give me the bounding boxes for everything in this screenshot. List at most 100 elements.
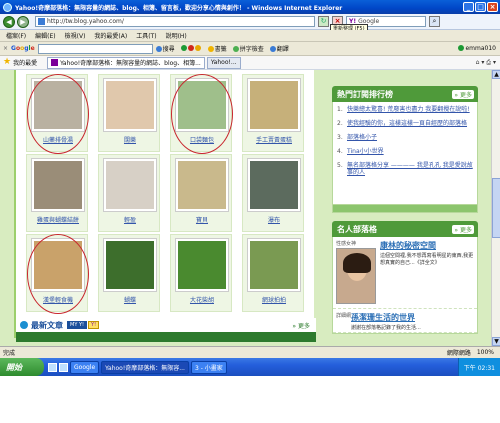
- scroll-up-icon[interactable]: ▲: [492, 70, 500, 79]
- celebrity-name[interactable]: 康林的秘密空間: [380, 240, 474, 251]
- quicklaunch-ie-icon[interactable]: [48, 362, 57, 372]
- favorites-label[interactable]: 我的最愛: [13, 58, 37, 67]
- photo-card[interactable]: 輕盈: [98, 154, 160, 232]
- hot-ranking-footer: [332, 205, 478, 213]
- refresh-icon[interactable]: ↻: [318, 16, 329, 27]
- address-url: http://tw.blog.yahoo.com/: [47, 18, 124, 25]
- photo-card[interactable]: 大花柴胡: [170, 234, 232, 312]
- celebrity-blogs-title: 名人部落格: [337, 224, 377, 234]
- photo-card[interactable]: 漢堡輕食機: [26, 234, 89, 314]
- celebrity-tag: 詳細網: [336, 313, 352, 319]
- photo-thumbnail[interactable]: [248, 79, 300, 131]
- menu-favorites[interactable]: 我的最愛(A): [94, 31, 127, 40]
- google-search-button[interactable]: 搜尋: [155, 44, 175, 53]
- task-paint[interactable]: 3 - 小畫家: [190, 360, 227, 374]
- celebrity-name[interactable]: 孫潔珊生活的世界: [351, 312, 421, 323]
- ranking-item[interactable]: 5. 無名部落格分享 ———— 我是孔孔 我是愛說故事的人: [337, 162, 473, 176]
- account-label[interactable]: emma010: [458, 45, 496, 52]
- photo-card[interactable]: 手工賣黃蛋糕: [242, 74, 304, 152]
- photo-card[interactable]: 瀑布: [242, 154, 304, 232]
- celebrity-more-link[interactable]: » 更多: [452, 224, 474, 234]
- celebrity-list: 性感女神 康林的秘密空間 這個空間裡,我不想再寫看明星的東西,我更想真實的自己.…: [332, 237, 478, 334]
- photo-card[interactable]: 口袋麵包: [170, 74, 233, 154]
- hot-ranking-header: 熱門訂閱排行榜 » 更多: [332, 86, 478, 102]
- menu-edit[interactable]: 編輯(E): [35, 31, 55, 40]
- task-google[interactable]: Google: [70, 360, 100, 374]
- photo-card[interactable]: 山藥排骨湯: [26, 74, 89, 154]
- photo-caption[interactable]: 網球拍拍: [243, 295, 305, 304]
- new-articles-bar: [16, 332, 316, 342]
- translate-button[interactable]: 翻譯: [269, 44, 289, 53]
- tab-yahoo-blog[interactable]: Yahoo!奇摩部落格：無限容量的網誌、blog、相簿...: [47, 56, 205, 69]
- photo-thumbnail[interactable]: [248, 159, 300, 211]
- photo-card[interactable]: 雞蛋與蝴蝶結餅: [26, 154, 88, 232]
- menu-file[interactable]: 檔案(F): [6, 31, 26, 40]
- menu-help[interactable]: 說明(H): [166, 31, 187, 40]
- google-toolbar: × Google 搜尋 書籤 拼字檢查 翻譯 emma010: [0, 42, 500, 56]
- ranking-item[interactable]: 3. 部落格小子: [337, 134, 473, 147]
- red-circle-annotation: [27, 234, 89, 314]
- my-yahoo-badge[interactable]: MY Y!: [67, 321, 88, 329]
- favorites-bar: ★ 我的最愛 Yahoo!奇摩部落格：無限容量的網誌、blog、相簿... Ya…: [0, 56, 500, 70]
- close-button[interactable]: ×: [487, 2, 498, 12]
- scroll-thumb[interactable]: [492, 178, 500, 238]
- photo-thumbnail[interactable]: [176, 239, 228, 291]
- tab-yahoo-2[interactable]: Yahoo!...: [206, 56, 241, 69]
- photo-thumbnail[interactable]: [104, 79, 156, 131]
- photo-caption[interactable]: 手工賣黃蛋糕: [243, 135, 305, 144]
- photo-caption[interactable]: 蝴蝶: [99, 295, 161, 304]
- photo-card[interactable]: 蝴蝶: [98, 234, 160, 312]
- photo-caption[interactable]: 大花柴胡: [171, 295, 233, 304]
- photo-thumbnail[interactable]: [32, 159, 84, 211]
- photo-caption[interactable]: 輕盈: [99, 215, 161, 224]
- yahoo-badge[interactable]: Y!: [88, 321, 100, 329]
- minimize-button[interactable]: _: [463, 2, 474, 12]
- hot-ranking-more-link[interactable]: » 更多: [452, 89, 474, 99]
- photo-thumbnail[interactable]: [104, 159, 156, 211]
- photo-caption[interactable]: 闊樂: [99, 135, 161, 144]
- menu-view[interactable]: 檢視(V): [65, 31, 86, 40]
- photo-thumbnail[interactable]: [176, 159, 228, 211]
- photo-caption[interactable]: 寶貝: [171, 215, 233, 224]
- new-articles-header: 最新文章 MY Y! Y! » 更多: [16, 318, 316, 332]
- forward-button[interactable]: ▶: [17, 15, 29, 28]
- google-logo: Google: [11, 45, 35, 52]
- scroll-down-icon[interactable]: ▼: [492, 337, 500, 346]
- photo-card[interactable]: 闊樂: [98, 74, 160, 152]
- photo-thumbnail[interactable]: [104, 239, 156, 291]
- search-go-icon[interactable]: ⌕: [429, 16, 440, 27]
- vertical-scrollbar[interactable]: ▲ ▼: [491, 70, 500, 346]
- favorites-star-icon[interactable]: ★: [3, 58, 11, 67]
- celebrity-entry[interactable]: 詳細網 孫潔珊生活的世界 謝謝在部落格記錄了我的生活...: [333, 309, 477, 333]
- celebrity-entry[interactable]: 性感女神 康林的秘密空間 這個空間裡,我不想再寫看明星的東西,我更想真實的自己.…: [333, 237, 477, 309]
- address-bar[interactable]: http://tw.blog.yahoo.com/: [35, 16, 315, 27]
- photo-card[interactable]: 寶貝: [170, 154, 232, 232]
- start-button[interactable]: 開始: [0, 358, 44, 376]
- google-search-box[interactable]: [37, 43, 153, 54]
- task-ie[interactable]: Yahoo!奇摩部落格：無限容...: [101, 360, 189, 374]
- ranking-item[interactable]: 2. 使我經驗的你，這樣這樣一頁自經歷的部落格: [337, 120, 473, 133]
- ranking-item[interactable]: 4. Tina小小世界: [337, 148, 473, 161]
- bookmarks-button[interactable]: 書籤: [207, 44, 227, 53]
- toolbar-close-icon[interactable]: ×: [3, 45, 8, 52]
- new-articles-more-link[interactable]: » 更多: [292, 321, 310, 330]
- quicklaunch-desktop-icon[interactable]: [59, 362, 68, 372]
- menu-tools[interactable]: 工具(T): [136, 31, 156, 40]
- red-circle-annotation: [27, 74, 89, 154]
- photo-caption[interactable]: 瀑布: [243, 215, 305, 224]
- celebrity-desc: 謝謝在部落格記錄了我的生活...: [351, 325, 421, 331]
- internet-zone: 網際網路: [446, 350, 471, 357]
- photo-thumbnail[interactable]: [248, 239, 300, 291]
- page-content: 山藥排骨湯闊樂 口袋麵包手工賣黃蛋糕雞蛋與蝴蝶結餅 輕盈 寶貝 瀑布漢堡輕食機蝴蝶 大花柴…: [0, 70, 491, 346]
- spellcheck-button[interactable]: 拼字檢查: [232, 44, 264, 53]
- home-icon[interactable]: ⌂ ▾ ⎙ ▾: [476, 59, 496, 67]
- back-button[interactable]: ◀: [3, 15, 15, 28]
- toolbar-globe-icon[interactable]: [180, 45, 202, 52]
- photo-caption[interactable]: 雞蛋與蝴蝶結餅: [27, 215, 89, 224]
- photo-card[interactable]: 網球拍拍: [242, 234, 304, 312]
- avatar[interactable]: [336, 248, 376, 304]
- zoom-level[interactable]: 100%: [477, 349, 494, 356]
- maximize-button[interactable]: □: [475, 2, 486, 12]
- ranking-item[interactable]: 1. 快樂總太驚喜! 荒廢害也盡力 我要翻攪在說啦!: [337, 106, 473, 119]
- hot-ranking-title: 熱門訂閱排行榜: [337, 89, 393, 99]
